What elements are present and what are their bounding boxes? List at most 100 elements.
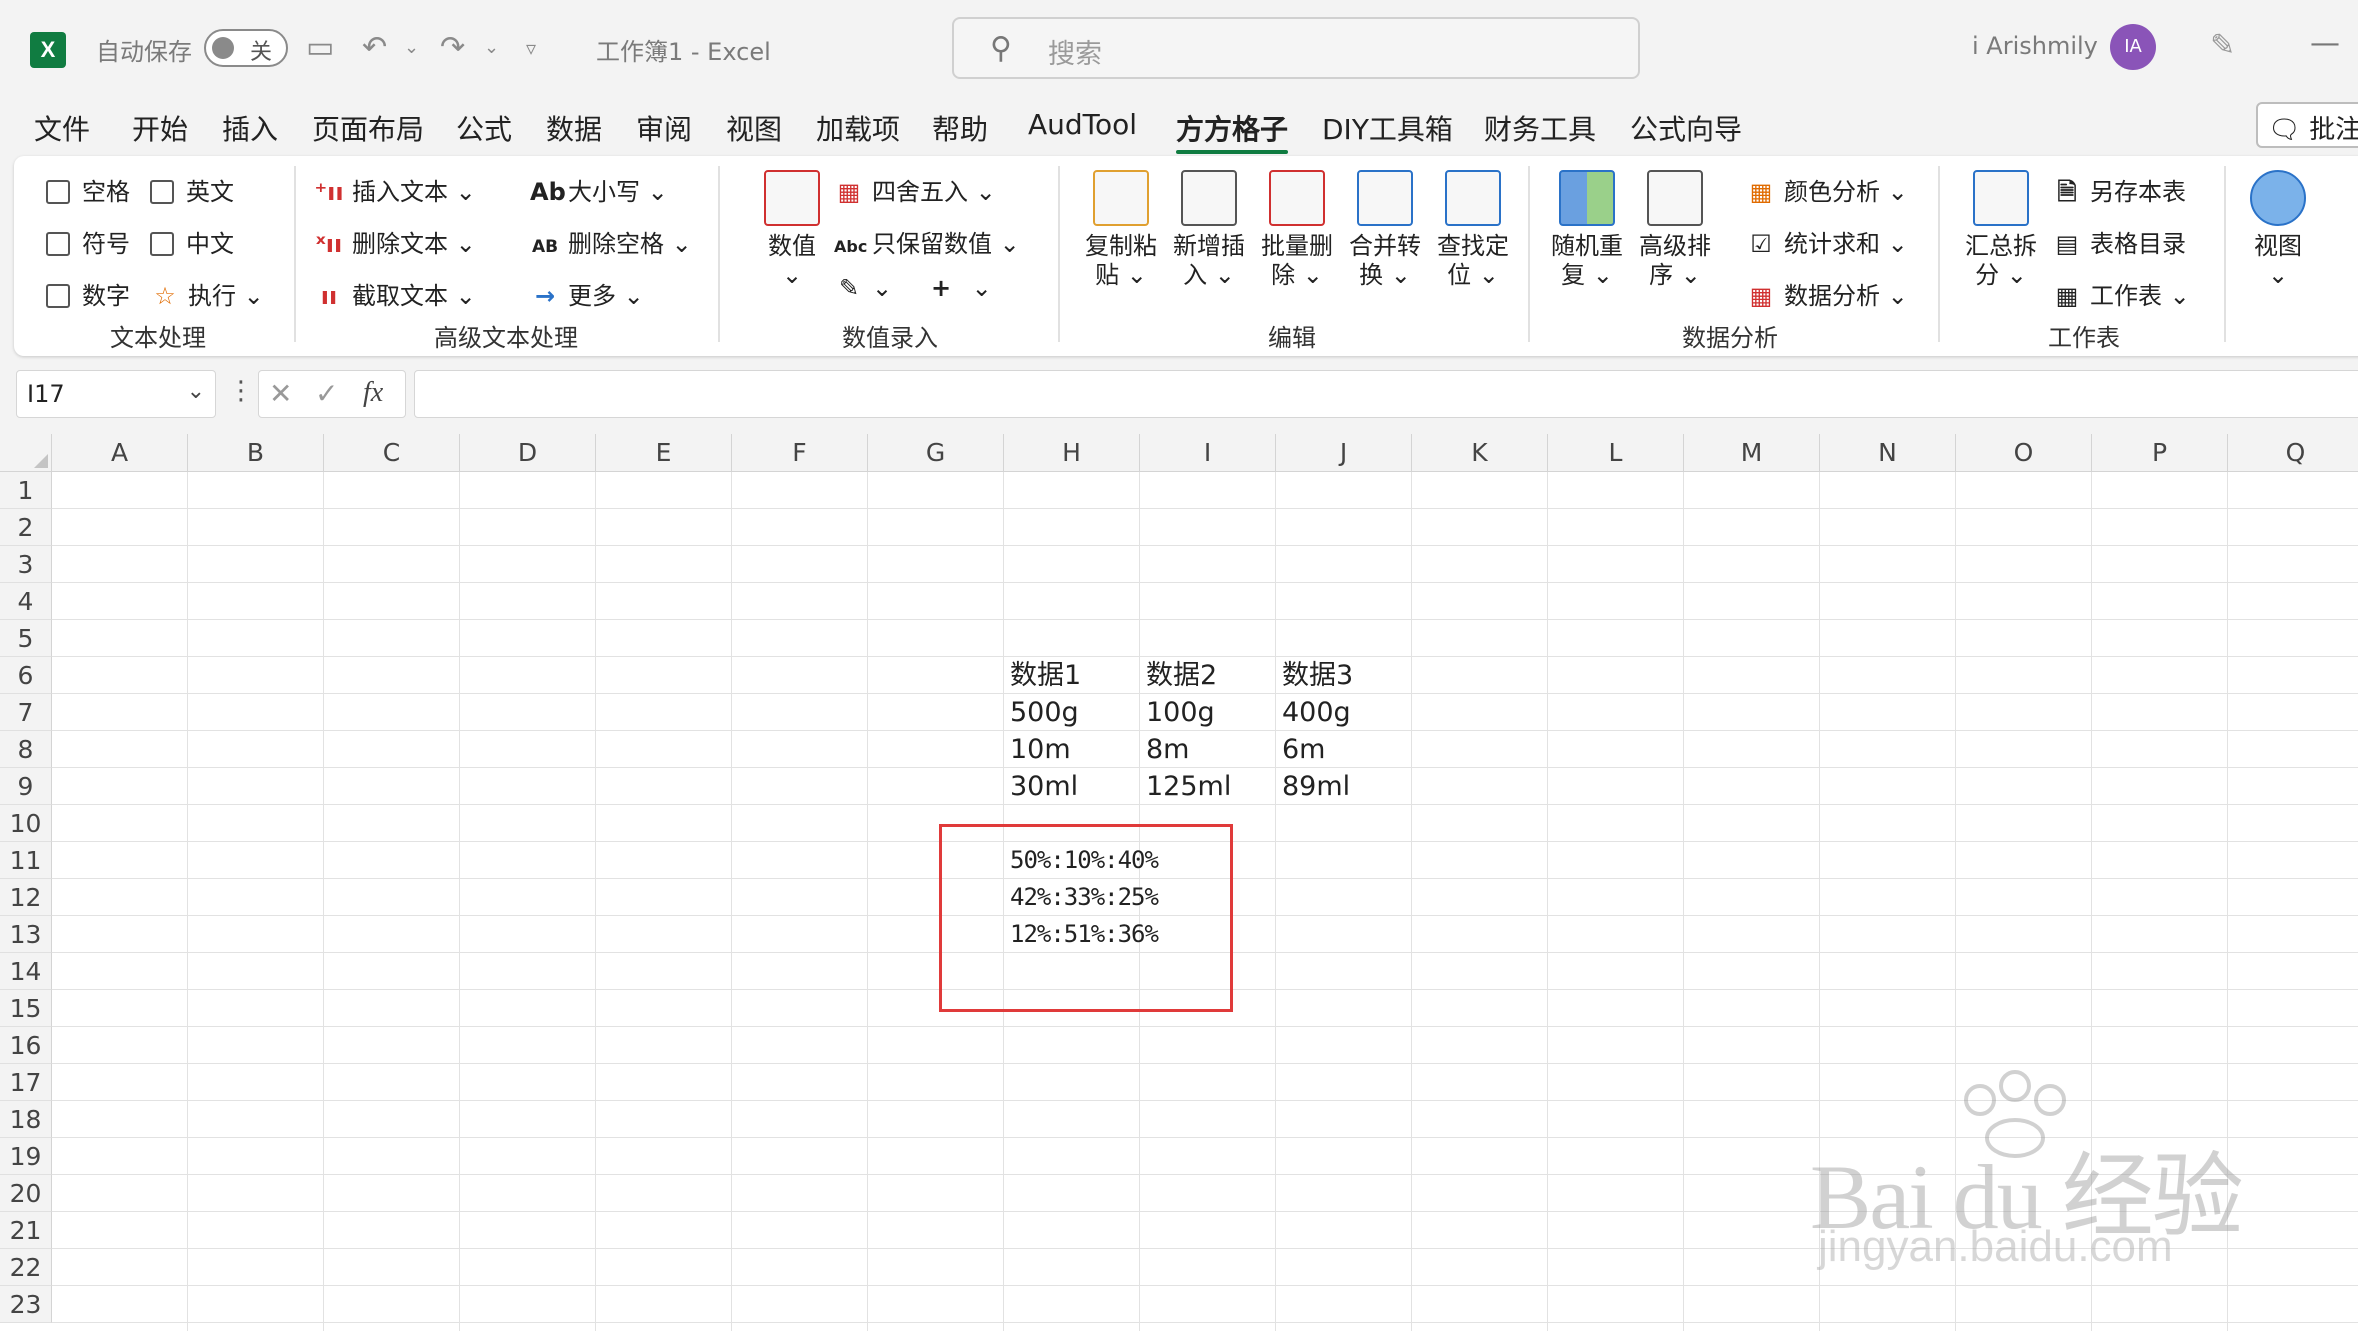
row-header-15[interactable]: 15 — [0, 990, 52, 1027]
merge-convert-button[interactable]: 合并转换 ⌄ — [1338, 170, 1432, 290]
tab-help[interactable]: 帮助 — [932, 108, 988, 148]
copy-paste-button[interactable]: 复制粘贴 ⌄ — [1074, 170, 1168, 290]
tab-diy-toolbox[interactable]: DIY工具箱 — [1322, 108, 1453, 148]
avatar[interactable]: IA — [2110, 24, 2156, 70]
column-header-p[interactable]: P — [2092, 434, 2228, 472]
delete-space-button[interactable]: AB 删除空格 ⌄ — [530, 224, 692, 259]
cell-h7[interactable]: 500g — [1004, 694, 1079, 731]
column-header-g[interactable]: G — [868, 434, 1004, 472]
row-header-3[interactable]: 3 — [0, 546, 52, 583]
checkbox-chinese[interactable]: 中文 — [150, 224, 234, 259]
tab-finance-tools[interactable]: 财务工具 — [1484, 108, 1596, 148]
column-header-a[interactable]: A — [52, 434, 188, 472]
column-header-q[interactable]: Q — [2228, 434, 2358, 472]
checkbox-english[interactable]: 英文 — [150, 172, 234, 207]
excel-app-icon[interactable]: X — [30, 32, 66, 68]
advanced-sort-button[interactable]: 高级排序 ⌄ — [1628, 170, 1722, 290]
confirm-icon[interactable]: ✓ — [315, 377, 338, 410]
row-header-14[interactable]: 14 — [0, 953, 52, 990]
column-header-l[interactable]: L — [1548, 434, 1684, 472]
row-header-11[interactable]: 11 — [0, 842, 52, 879]
checkbox-space[interactable]: 空格 — [46, 172, 130, 207]
find-locate-button[interactable]: 查找定位 ⌄ — [1426, 170, 1520, 290]
save-sheet-button[interactable]: 🗎 另存本表 — [2052, 172, 2186, 216]
keep-number-button[interactable]: Abc 只保留数值 ⌄ — [834, 224, 1020, 259]
more-button[interactable]: → 更多 ⌄ — [530, 276, 644, 311]
row-header-17[interactable]: 17 — [0, 1064, 52, 1101]
random-repeat-button[interactable]: 随机重复 ⌄ — [1540, 170, 1634, 290]
tab-addins[interactable]: 加载项 — [816, 108, 900, 148]
pen-icon[interactable]: ✎ — [2210, 28, 2235, 63]
cell-i6[interactable]: 数据2 — [1140, 657, 1217, 694]
execute-button[interactable]: ☆ 执行 ⌄ — [150, 276, 264, 311]
cell-h8[interactable]: 10m — [1004, 731, 1071, 768]
tab-page-layout[interactable]: 页面布局 — [312, 108, 424, 148]
search-box[interactable]: ⚲ 搜索 — [952, 17, 1640, 79]
undo-dropdown-chevron-icon[interactable]: ⌄ — [404, 30, 419, 66]
column-header-n[interactable]: N — [1820, 434, 1956, 472]
cell-i8[interactable]: 8m — [1140, 731, 1189, 768]
column-header-m[interactable]: M — [1684, 434, 1820, 472]
cell-i7[interactable]: 100g — [1140, 694, 1215, 731]
row-header-1[interactable]: 1 — [0, 472, 52, 509]
column-header-d[interactable]: D — [460, 434, 596, 472]
row-header-10[interactable]: 10 — [0, 805, 52, 842]
column-header-e[interactable]: E — [596, 434, 732, 472]
more-options-icon[interactable]: ⋮ — [228, 376, 254, 406]
cell-h9[interactable]: 30ml — [1004, 768, 1078, 805]
column-header-k[interactable]: K — [1412, 434, 1548, 472]
cell-j8[interactable]: 6m — [1276, 731, 1325, 768]
save-icon[interactable]: ▭ — [306, 30, 334, 66]
row-header-16[interactable]: 16 — [0, 1027, 52, 1064]
column-header-h[interactable]: H — [1004, 434, 1140, 472]
cell-i9[interactable]: 125ml — [1140, 768, 1231, 805]
redo-dropdown-chevron-icon[interactable]: ⌄ — [484, 30, 499, 66]
autosave-toggle[interactable]: 关 — [204, 29, 288, 67]
column-header-o[interactable]: O — [1956, 434, 2092, 472]
cancel-icon[interactable]: ✕ — [269, 377, 292, 410]
row-header-8[interactable]: 8 — [0, 731, 52, 768]
plus-dropdown-button[interactable]: + ⌄ — [926, 274, 992, 302]
row-header-6[interactable]: 6 — [0, 657, 52, 694]
insert-function-icon[interactable]: fx — [363, 377, 383, 409]
row-header-18[interactable]: 18 — [0, 1101, 52, 1138]
round-button[interactable]: ▦ 四舍五入 ⌄ — [834, 172, 996, 207]
row-header-20[interactable]: 20 — [0, 1175, 52, 1212]
checkbox-symbol[interactable]: 符号 — [46, 224, 130, 259]
delete-text-button[interactable]: ˣıı 删除文本 ⌄ — [314, 224, 476, 259]
view-button[interactable]: 视图 ⌄ — [2236, 170, 2320, 290]
minimize-icon[interactable]: — — [2310, 26, 2340, 61]
cut-text-button[interactable]: ıı 截取文本 ⌄ — [314, 276, 476, 311]
row-header-5[interactable]: 5 — [0, 620, 52, 657]
row-header-21[interactable]: 21 — [0, 1212, 52, 1249]
customize-toolbar-icon[interactable]: ▿ — [526, 30, 536, 66]
name-box[interactable]: I17 ⌄ — [16, 370, 216, 418]
row-header-23[interactable]: 23 — [0, 1286, 52, 1323]
batch-delete-button[interactable]: 批量删除 ⌄ — [1250, 170, 1344, 290]
chevron-down-icon[interactable]: ⌄ — [187, 379, 205, 404]
column-header-b[interactable]: B — [188, 434, 324, 472]
tab-home[interactable]: 开始 — [132, 108, 188, 148]
row-header-12[interactable]: 12 — [0, 879, 52, 916]
row-header-9[interactable]: 9 — [0, 768, 52, 805]
row-header-7[interactable]: 7 — [0, 694, 52, 731]
tab-formulas[interactable]: 公式 — [456, 108, 512, 148]
cell-j6[interactable]: 数据3 — [1276, 657, 1353, 694]
worksheet-button[interactable]: ▦ 工作表 ⌄ — [2052, 276, 2190, 311]
table-catalog-button[interactable]: ▤ 表格目录 — [2052, 224, 2186, 259]
formula-input[interactable] — [414, 370, 2358, 418]
tab-review[interactable]: 审阅 — [636, 108, 692, 148]
column-header-f[interactable]: F — [732, 434, 868, 472]
row-header-2[interactable]: 2 — [0, 509, 52, 546]
column-header-c[interactable]: C — [324, 434, 460, 472]
tab-data[interactable]: 数据 — [546, 108, 602, 148]
number-button[interactable]: 数值 ⌄ — [744, 170, 840, 290]
row-header-4[interactable]: 4 — [0, 583, 52, 620]
tab-insert[interactable]: 插入 — [222, 108, 278, 148]
tab-view[interactable]: 视图 — [726, 108, 782, 148]
column-header-i[interactable]: I — [1140, 434, 1276, 472]
select-all-corner[interactable] — [0, 434, 52, 472]
tab-fangfanggezi[interactable]: 方方格子 — [1176, 108, 1289, 154]
stat-sum-button[interactable]: ☑ 统计求和 ⌄ — [1746, 224, 1908, 259]
color-analysis-button[interactable]: ▦ 颜色分析 ⌄ — [1746, 172, 1908, 207]
